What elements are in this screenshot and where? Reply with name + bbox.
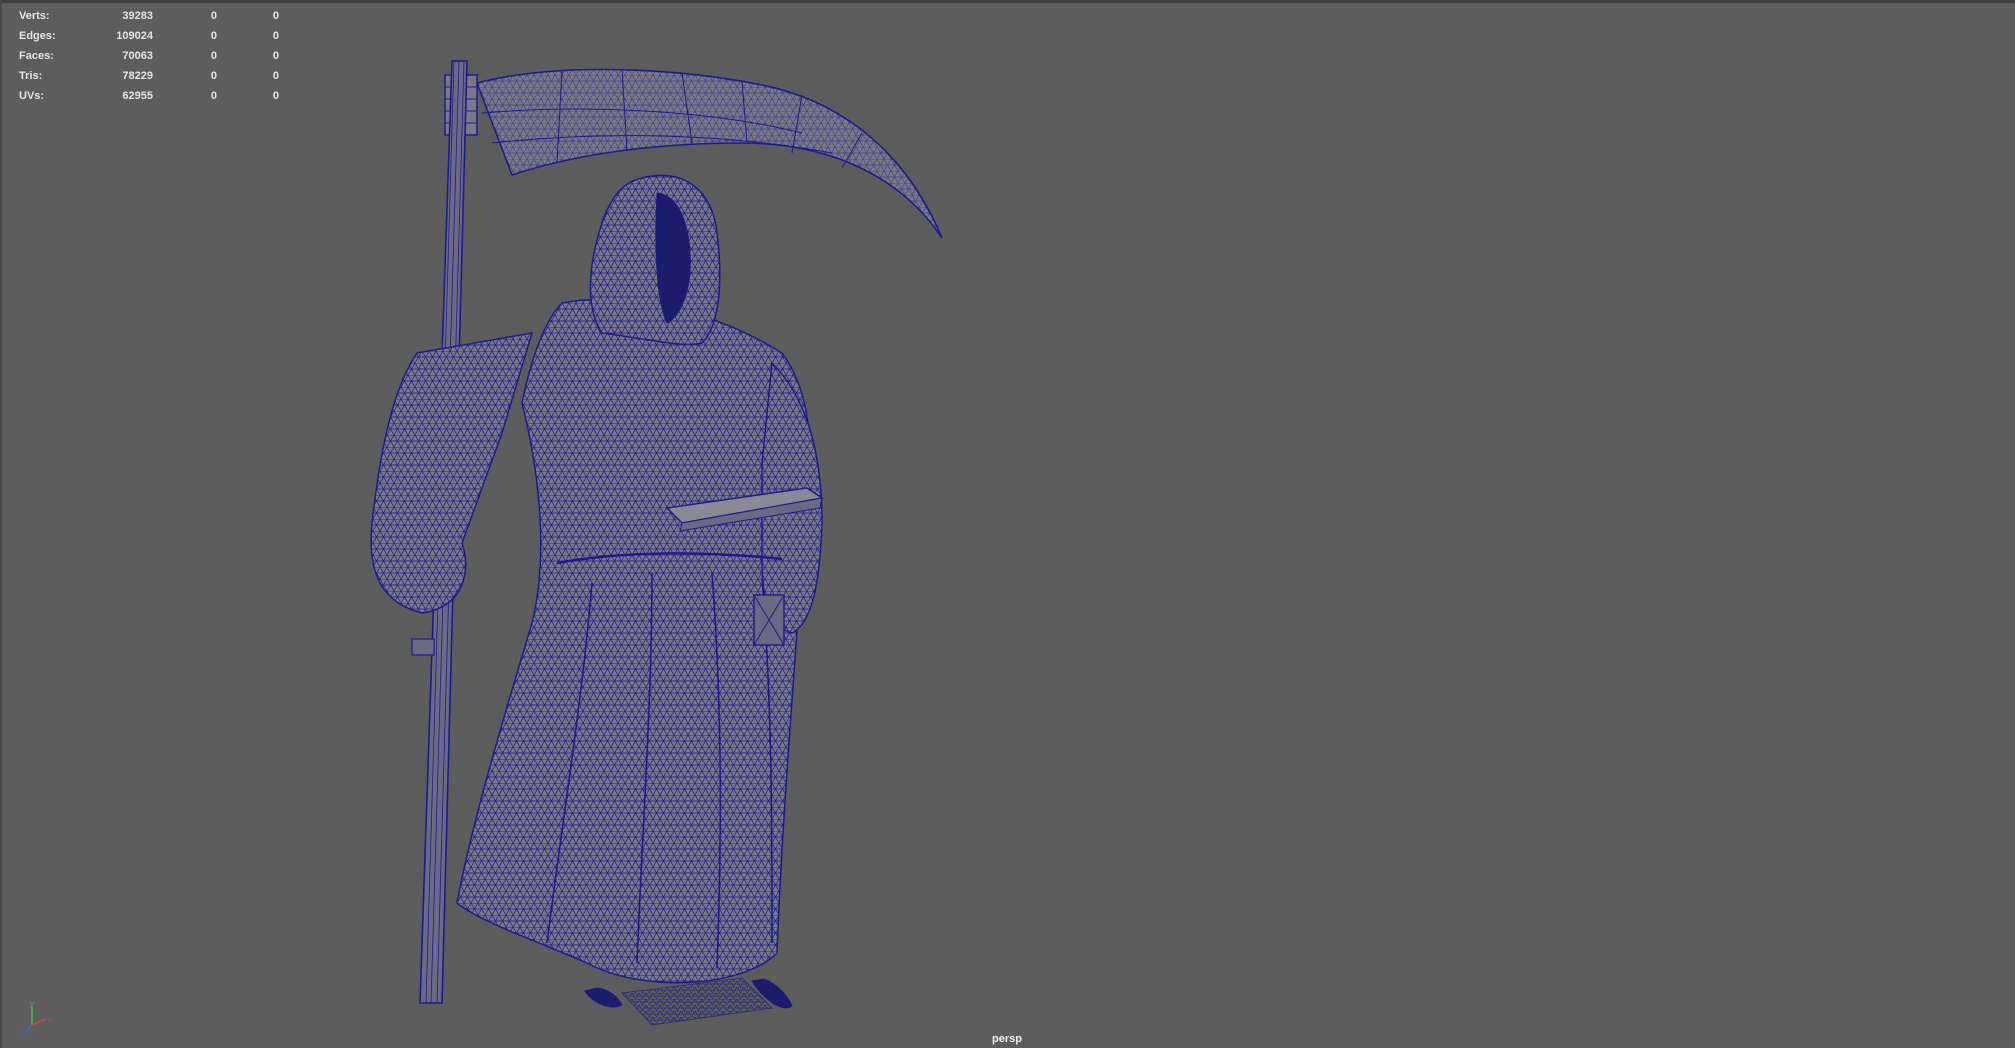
z-axis-label: z [22,1028,26,1035]
reaper-hood [589,174,721,346]
ground-plane [621,977,773,1026]
camera-name-label: persp [992,1033,1022,1045]
perspective-viewport[interactable]: Verts: 39283 0 0 Edges: 109024 0 0 Faces… [0,0,2015,1048]
z-axis-line [26,1024,33,1032]
y-axis-label: y [30,999,34,1008]
grim-reaper-wireframe-icon[interactable] [2,3,2015,1048]
x-axis-line [31,1018,47,1026]
axis-gizmo: y z x [22,999,52,1035]
hourglass [753,594,785,646]
x-axis-label: x [48,1016,52,1025]
